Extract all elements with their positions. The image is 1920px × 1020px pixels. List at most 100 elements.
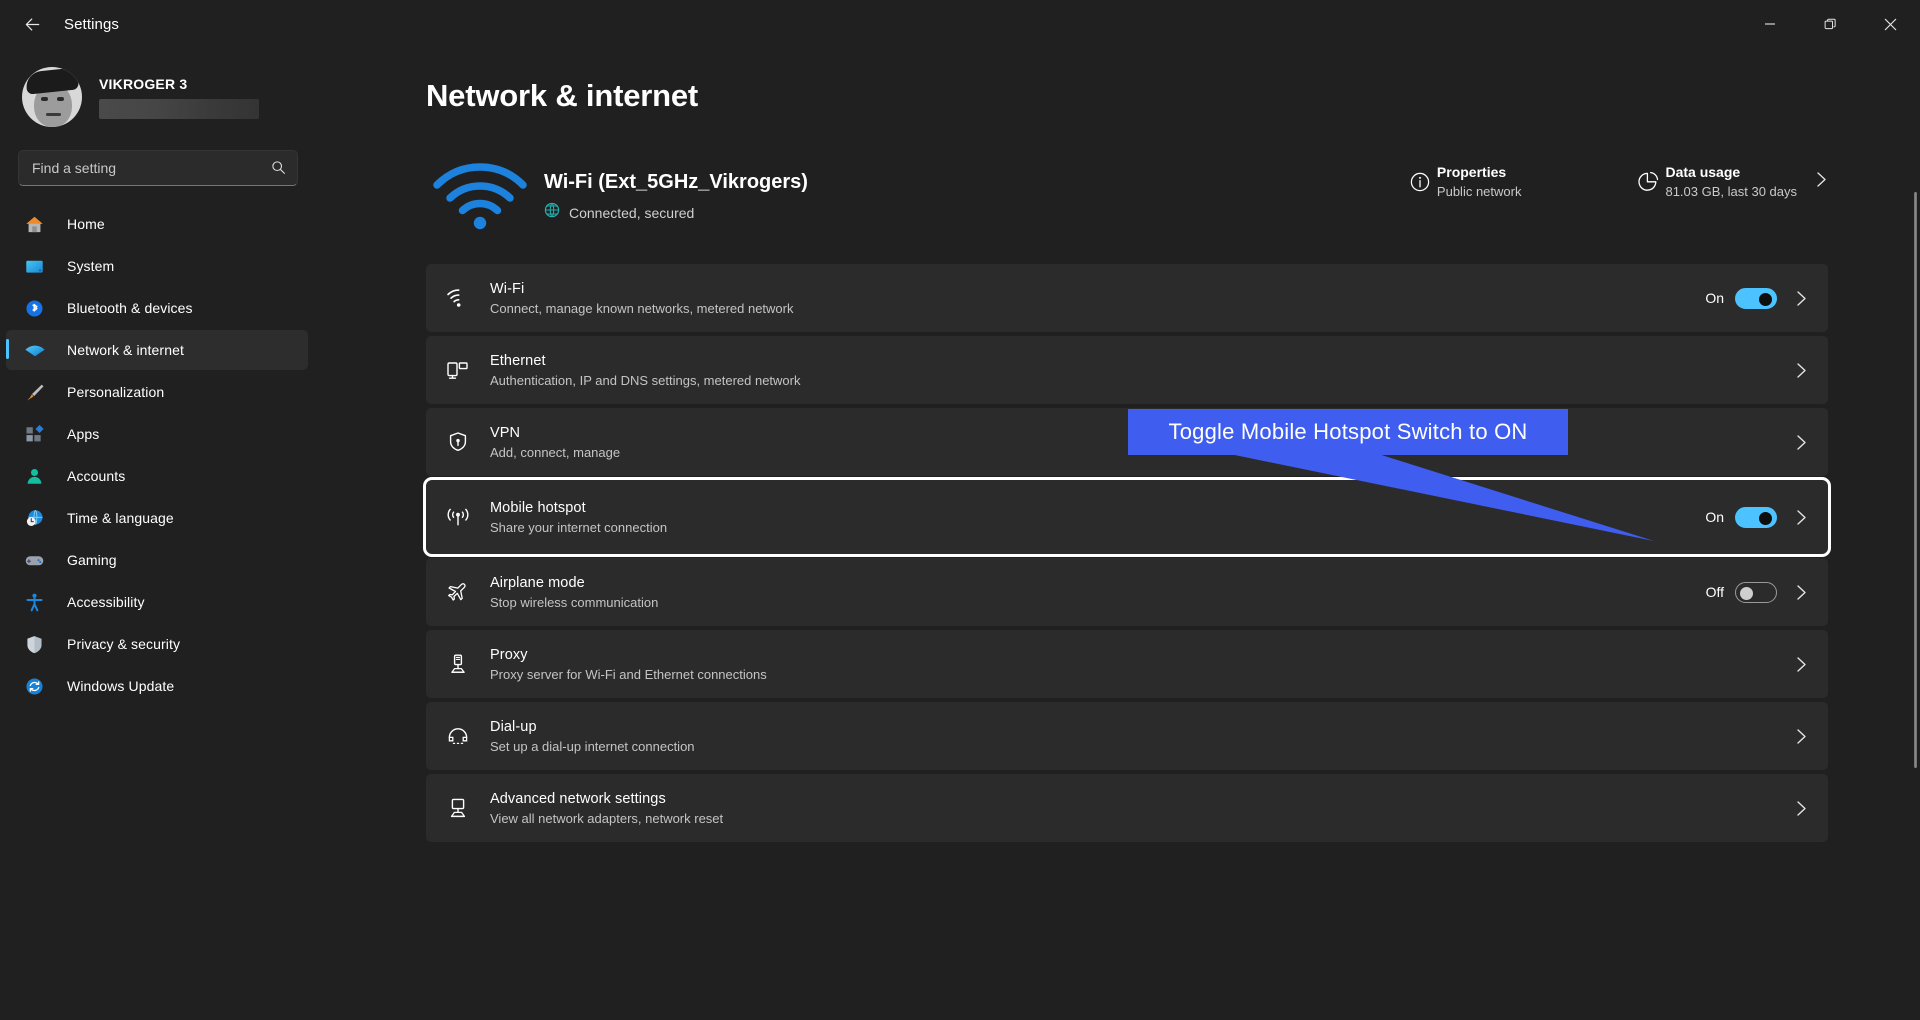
- properties-title: Properties: [1436, 164, 1507, 180]
- row-subtitle: Add, connect, manage: [490, 444, 621, 460]
- home-icon: [24, 214, 50, 235]
- wifi-icon: [426, 286, 490, 310]
- sidebar-item-label: Bluetooth & devices: [67, 300, 193, 316]
- settings-row-ethernet[interactable]: Ethernet Authentication, IP and DNS sett…: [426, 336, 1828, 404]
- search-input[interactable]: [19, 151, 255, 185]
- vertical-scrollbar[interactable]: [1914, 192, 1917, 768]
- row-subtitle: View all network adapters, network reset: [490, 810, 724, 826]
- sidebar-item-apps[interactable]: Apps: [6, 414, 308, 454]
- sidebar-item-home[interactable]: Home: [6, 204, 308, 244]
- sidebar-item-label: Gaming: [67, 552, 117, 568]
- wifi-toggle[interactable]: [1735, 287, 1777, 309]
- sidebar-item-windows-update[interactable]: Windows Update: [6, 666, 308, 706]
- sidebar-item-label: Personalization: [67, 384, 165, 400]
- back-button[interactable]: [12, 8, 52, 40]
- settings-row-dialup[interactable]: Dial-up Set up a dial-up internet connec…: [426, 702, 1828, 770]
- airplane-mode-toggle[interactable]: [1735, 581, 1777, 603]
- shield-icon: [24, 634, 50, 655]
- sidebar-item-time-language[interactable]: Time & language: [6, 498, 308, 538]
- sidebar-item-accounts[interactable]: Accounts: [6, 456, 308, 496]
- window-controls: [1740, 0, 1920, 48]
- sidebar-item-network-internet[interactable]: Network & internet: [6, 330, 308, 370]
- pie-chart-icon: [1631, 170, 1665, 193]
- search-box[interactable]: [18, 150, 298, 186]
- settings-row-advanced-network[interactable]: Advanced network settings View all netwo…: [426, 774, 1828, 842]
- sidebar-item-gaming[interactable]: Gaming: [6, 540, 308, 580]
- settings-list: Wi-Fi Connect, manage known networks, me…: [423, 264, 1831, 842]
- bluetooth-icon: [24, 298, 50, 319]
- properties-action[interactable]: Properties Public network: [1403, 164, 1521, 199]
- settings-window: Settings VIKROGER 3 Find a setting Home …: [0, 0, 1920, 1020]
- row-subtitle: Share your internet connection: [490, 519, 668, 535]
- chevron-right-icon: [1795, 509, 1808, 526]
- row-title: Wi-Fi: [490, 280, 525, 297]
- mobile-hotspot-toggle[interactable]: [1735, 506, 1777, 528]
- title-bar: Settings: [0, 0, 1920, 48]
- chevron-right-icon: [1795, 584, 1808, 601]
- proxy-icon: [426, 652, 490, 676]
- ethernet-icon: [426, 358, 490, 382]
- settings-row-airplane-mode[interactable]: Airplane mode Stop wireless communicatio…: [426, 558, 1828, 626]
- row-title: VPN: [490, 424, 521, 441]
- window-title: Settings: [64, 15, 119, 33]
- row-title: Advanced network settings: [490, 790, 666, 807]
- chevron-right-icon: [1795, 800, 1808, 817]
- system-icon: [24, 256, 50, 277]
- sidebar-item-label: Apps: [67, 426, 100, 442]
- account-section[interactable]: VIKROGER 3: [0, 48, 320, 134]
- account-name: VIKROGER 3: [99, 75, 188, 92]
- row-title: Mobile hotspot: [490, 499, 586, 516]
- close-icon: [1884, 18, 1896, 30]
- airplane-icon: [426, 580, 490, 604]
- hotspot-icon: [426, 504, 490, 530]
- row-subtitle: Connect, manage known networks, metered …: [490, 300, 794, 316]
- chevron-right-icon: [1795, 728, 1808, 745]
- minimize-button[interactable]: [1740, 0, 1800, 48]
- sidebar-nav: Home System Bluetooth & devices Network …: [0, 204, 320, 706]
- close-button[interactable]: [1860, 0, 1920, 48]
- info-icon: [1403, 171, 1437, 193]
- accessibility-icon: [24, 592, 50, 613]
- sidebar-item-label: Privacy & security: [67, 636, 181, 652]
- settings-row-vpn[interactable]: VPN Add, connect, manage: [426, 408, 1828, 476]
- sidebar-item-personalization[interactable]: Personalization: [6, 372, 308, 412]
- avatar: [22, 67, 82, 127]
- connection-actions: Properties Public network Data usage 81.…: [1403, 164, 1828, 199]
- row-title: Proxy: [490, 646, 528, 663]
- sidebar-item-bluetooth[interactable]: Bluetooth & devices: [6, 288, 308, 328]
- sidebar-item-label: Accessibility: [67, 594, 145, 610]
- chevron-right-icon: [1795, 434, 1808, 451]
- apps-icon: [24, 424, 50, 445]
- data-usage-action[interactable]: Data usage 81.03 GB, last 30 days: [1631, 164, 1828, 199]
- search-icon: [271, 160, 286, 180]
- sidebar-item-accessibility[interactable]: Accessibility: [6, 582, 308, 622]
- sidebar: VIKROGER 3 Find a setting Home System Bl…: [0, 48, 320, 1020]
- row-subtitle: Stop wireless communication: [490, 594, 659, 610]
- chevron-right-icon: [1795, 362, 1808, 379]
- sidebar-item-system[interactable]: System: [6, 246, 308, 286]
- row-title: Ethernet: [490, 352, 546, 369]
- toggle-label: On: [1705, 290, 1724, 306]
- settings-row-proxy[interactable]: Proxy Proxy server for Wi-Fi and Etherne…: [426, 630, 1828, 698]
- maximize-button[interactable]: [1800, 0, 1860, 48]
- main-content: Network & internet Wi-Fi (Ext_5GHz_Vikro…: [320, 48, 1920, 1020]
- connection-status: Connected, secured: [569, 204, 695, 221]
- row-subtitle: Proxy server for Wi-Fi and Ethernet conn…: [490, 666, 767, 682]
- search-section: [0, 134, 320, 186]
- account-email-redacted: [99, 98, 259, 119]
- sidebar-item-privacy-security[interactable]: Privacy & security: [6, 624, 308, 664]
- advanced-network-icon: [426, 796, 490, 820]
- chevron-right-icon: [1795, 290, 1808, 307]
- settings-row-mobile-hotspot[interactable]: Mobile hotspot Share your internet conne…: [423, 477, 1831, 557]
- dialup-icon: [426, 724, 490, 748]
- sidebar-item-label: System: [67, 258, 115, 274]
- data-usage-subtitle: 81.03 GB, last 30 days: [1665, 184, 1797, 199]
- chevron-right-icon: [1815, 171, 1828, 193]
- connection-summary: Wi-Fi (Ext_5GHz_Vikrogers) Connected, se…: [426, 152, 1828, 242]
- restore-icon: [1824, 18, 1836, 29]
- wifi-signal-icon: [426, 162, 534, 232]
- vpn-shield-icon: [426, 430, 490, 454]
- row-title: Airplane mode: [490, 574, 585, 591]
- accounts-icon: [24, 466, 50, 487]
- settings-row-wifi[interactable]: Wi-Fi Connect, manage known networks, me…: [426, 264, 1828, 332]
